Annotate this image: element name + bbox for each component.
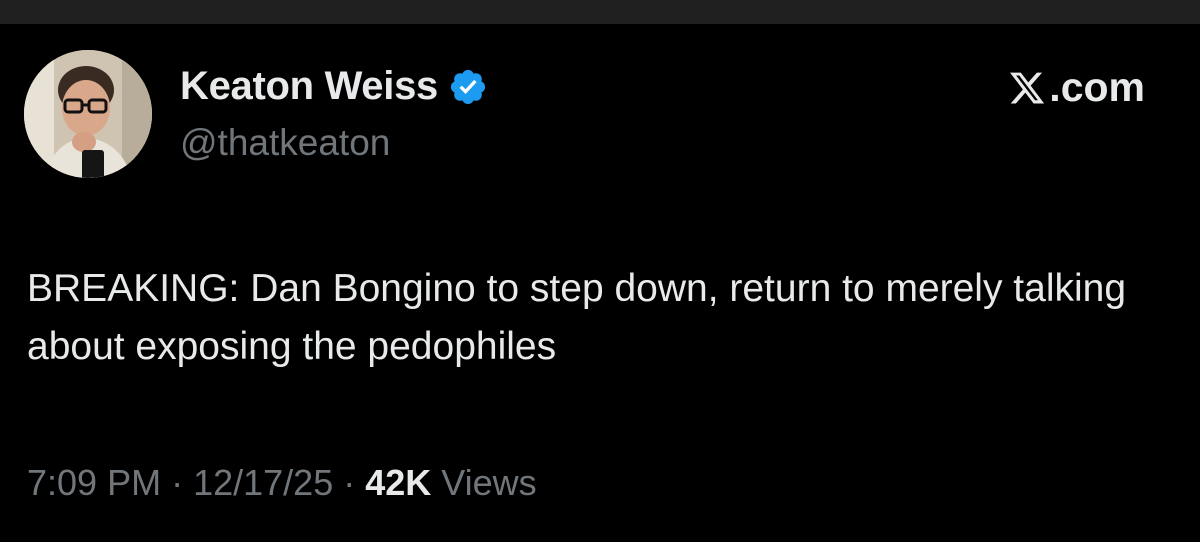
brand-watermark: .com bbox=[1007, 64, 1145, 111]
x-logo-icon bbox=[1010, 72, 1045, 103]
brand-text: .com bbox=[1049, 64, 1145, 110]
author-handle[interactable]: @thatkeaton bbox=[180, 122, 390, 164]
tweet-time[interactable]: 7:09 PM bbox=[27, 462, 161, 503]
tweet-text: BREAKING: Dan Bongino to step down, retu… bbox=[27, 267, 1127, 368]
meta-separator: · bbox=[161, 462, 194, 503]
views-count[interactable]: 42K bbox=[365, 462, 431, 503]
author-display-name[interactable]: Keaton Weiss bbox=[180, 64, 438, 109]
avatar-image bbox=[24, 50, 152, 178]
avatar[interactable] bbox=[24, 50, 152, 178]
tweet-date[interactable]: 12/17/25 bbox=[193, 462, 333, 503]
author-name-row: Keaton Weiss bbox=[180, 64, 488, 109]
views-label: Views bbox=[431, 462, 537, 503]
top-strip bbox=[0, 0, 1200, 24]
meta-separator: · bbox=[333, 462, 366, 503]
verified-badge-icon bbox=[450, 69, 486, 104]
tweet-meta: 7:09 PM · 12/17/25 · 42K Views bbox=[27, 462, 537, 504]
tweet-card: Keaton Weiss @thatkeaton .com BREAKING: … bbox=[0, 24, 1200, 542]
